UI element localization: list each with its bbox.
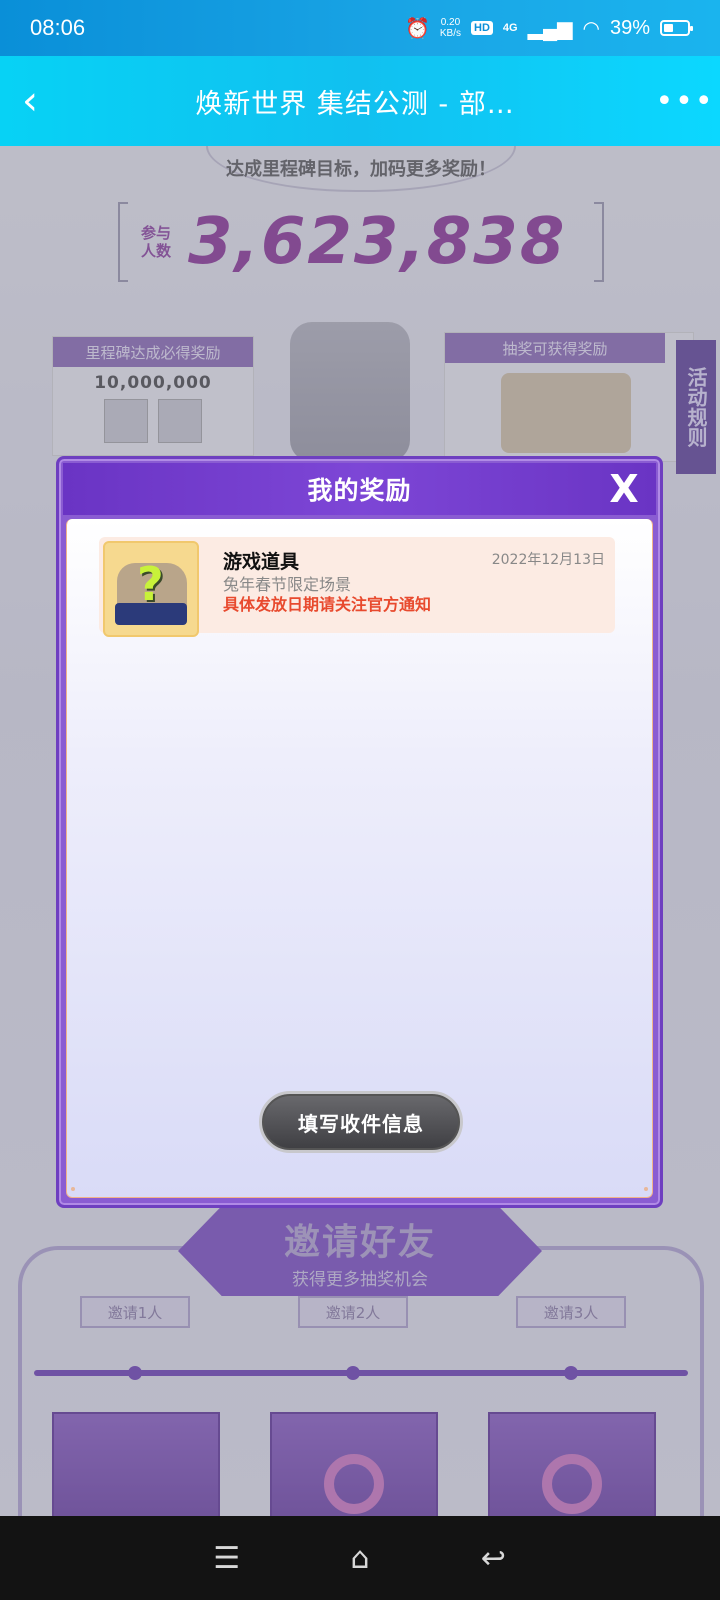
net-speed-value: 0.20 <box>440 17 461 28</box>
status-time: 08:06 <box>30 15 86 40</box>
reward-name: 游戏道具 <box>223 551 300 573</box>
status-icons: ⏰ 0.20 KB/s HD 4G ▂▄▆ ◠ 39% <box>404 16 693 41</box>
fill-shipping-info-button[interactable]: 填写收件信息 <box>259 1091 463 1153</box>
corner-dot <box>71 1187 75 1191</box>
reward-note: 具体发放日期请关注官方通知 <box>223 595 432 614</box>
system-nav-bar: ☰ ⌂ ↩ <box>0 1516 720 1600</box>
hd-badge: HD <box>471 21 493 35</box>
signal-icon: ▂▄▆ <box>527 17 573 40</box>
network-type: 4G <box>502 22 518 34</box>
close-button[interactable]: X <box>604 467 644 511</box>
modal-body: ? 游戏道具 兔年春节限定场景 具体发放日期请关注官方通知 2022年12月13… <box>66 519 653 1198</box>
corner-dot <box>644 1187 648 1191</box>
my-rewards-modal: 我的奖励 X ? 游戏道具 兔年春节限定场景 具体发放日期请关注官方通知 202… <box>56 456 663 1208</box>
alarm-icon: ⏰ <box>404 17 430 40</box>
modal-header: 我的奖励 X <box>63 463 656 515</box>
question-mark-icon: ? <box>137 557 164 611</box>
page-title: 焕新世界 集结公测 - 部… <box>195 88 515 120</box>
battery-icon <box>660 20 693 36</box>
chevron-left-icon: ‹ <box>22 78 38 124</box>
reward-thumbnail: ? <box>103 541 199 637</box>
home-icon[interactable]: ⌂ <box>330 1541 390 1576</box>
net-speed: 0.20 KB/s <box>440 17 461 39</box>
modal-title: 我的奖励 <box>307 476 412 505</box>
more-horizontal-icon: ••• <box>655 83 715 119</box>
net-speed-unit: KB/s <box>439 28 461 39</box>
reward-item: ? 游戏道具 兔年春节限定场景 具体发放日期请关注官方通知 2022年12月13… <box>99 537 615 637</box>
status-bar: 08:06 ⏰ 0.20 KB/s HD 4G ▂▄▆ ◠ 39% <box>0 0 720 56</box>
more-button[interactable]: ••• <box>650 56 720 146</box>
reward-date: 2022年12月13日 <box>491 552 605 568</box>
back-button[interactable]: ‹ <box>0 56 60 146</box>
nav-bar: ‹ 焕新世界 集结公测 - 部… ••• <box>0 56 720 146</box>
close-icon: X <box>609 467 639 511</box>
battery-text: 39% <box>609 16 650 39</box>
back-icon[interactable]: ↩ <box>463 1541 523 1576</box>
wifi-icon: ◠ <box>582 17 600 40</box>
menu-icon[interactable]: ☰ <box>197 1541 257 1576</box>
battery-fill <box>664 24 673 32</box>
